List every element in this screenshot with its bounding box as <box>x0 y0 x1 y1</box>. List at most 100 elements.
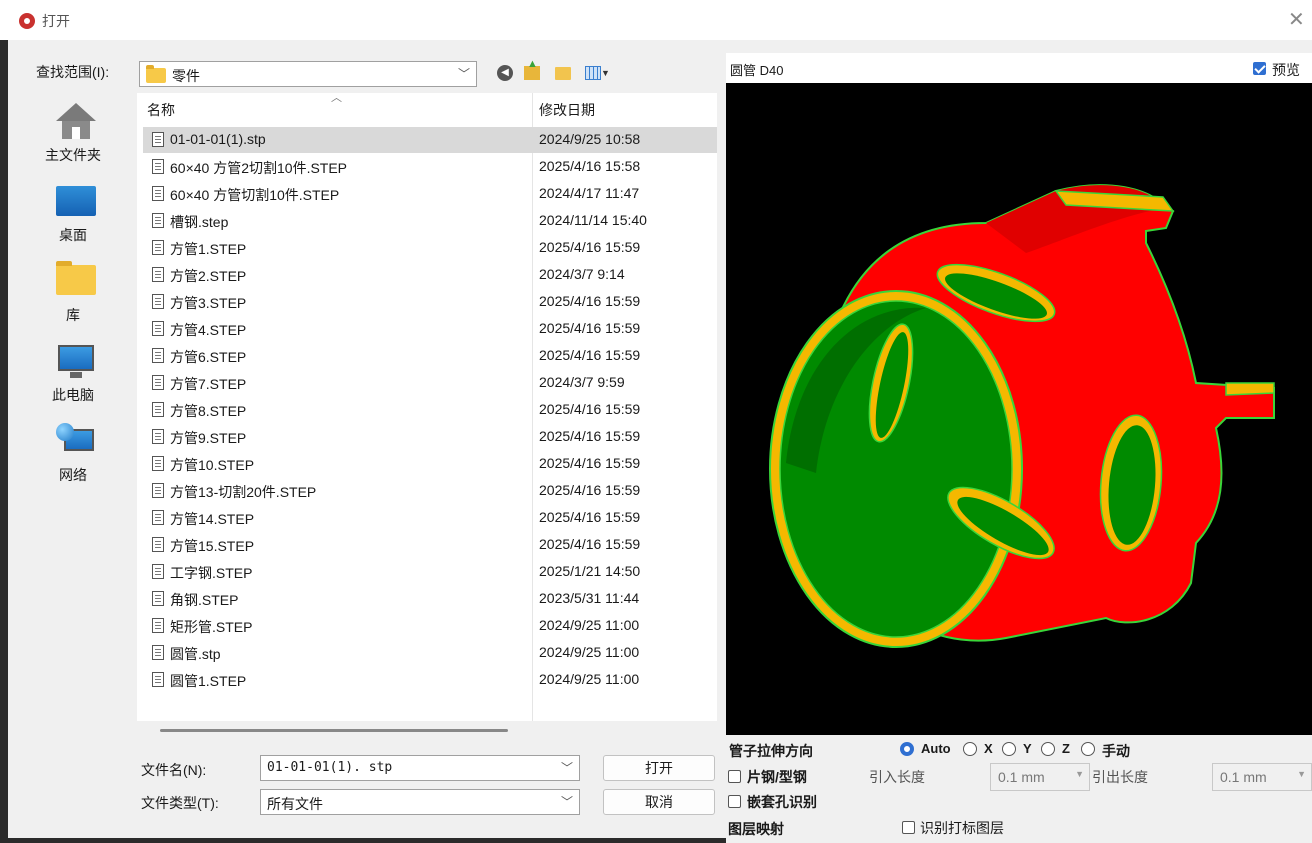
file-modified-date: 2025/4/16 15:59 <box>539 347 641 363</box>
file-name: 角钢.STEP <box>170 592 239 608</box>
place-library[interactable]: 库 <box>10 253 136 329</box>
file-row[interactable]: 01-01-01(1).stp 2024/9/25 10:58 <box>143 127 717 153</box>
document-icon <box>152 159 164 174</box>
file-modified-date: 2025/4/16 15:58 <box>539 158 641 174</box>
file-modified-date: 2024/3/7 9:14 <box>539 266 625 282</box>
file-name: 方管13-切割20件.STEP <box>170 484 317 500</box>
document-icon <box>152 348 164 363</box>
preview-checkbox[interactable] <box>1253 62 1266 75</box>
place-label: 此电脑 <box>52 387 94 403</box>
document-icon <box>152 645 164 660</box>
lead-in-value: 0.1 mm <box>998 769 1045 785</box>
radio-y[interactable] <box>1002 742 1016 756</box>
look-in-value: 零件 <box>172 68 200 84</box>
file-row[interactable]: 方管13-切割20件.STEP 2025/4/16 15:59 <box>143 478 717 504</box>
file-name: 方管3.STEP <box>170 295 247 311</box>
back-button[interactable]: ◀ <box>495 63 515 83</box>
file-name: 方管15.STEP <box>170 538 255 554</box>
file-name: 矩形管.STEP <box>170 619 253 635</box>
document-icon <box>152 186 164 201</box>
radio-auto-label: Auto <box>921 741 951 756</box>
file-name: 方管1.STEP <box>170 241 247 257</box>
place-home[interactable]: 主文件夹 <box>10 93 136 169</box>
radio-y-label: Y <box>1023 741 1032 756</box>
document-icon <box>152 294 164 309</box>
column-header-date[interactable]: 修改日期 <box>539 93 595 125</box>
place-this-pc[interactable]: 此电脑 <box>10 333 136 409</box>
preview-header: 圆管 D40 预览 <box>726 53 1312 83</box>
document-icon <box>152 213 164 228</box>
file-row[interactable]: 角钢.STEP 2023/5/31 11:44 <box>143 586 717 612</box>
mark-layer-label: 识别打标图层 <box>920 820 1004 836</box>
filetype-dropdown[interactable]: 所有文件 ﹀ <box>260 789 580 815</box>
up-folder-button[interactable] <box>522 58 542 83</box>
document-icon <box>152 240 164 255</box>
up-folder-icon <box>524 58 540 80</box>
file-row[interactable]: 方管4.STEP 2025/4/16 15:59 <box>143 316 717 342</box>
radio-x[interactable] <box>963 742 977 756</box>
chevron-down-icon: ﹀ <box>560 795 573 809</box>
file-modified-date: 2025/4/16 15:59 <box>539 482 641 498</box>
file-row[interactable]: 方管15.STEP 2025/4/16 15:59 <box>143 532 717 558</box>
document-icon <box>152 402 164 417</box>
radio-auto[interactable] <box>900 742 914 756</box>
file-row[interactable]: 方管8.STEP 2025/4/16 15:59 <box>143 397 717 423</box>
file-row[interactable]: 槽钢.step 2024/11/14 15:40 <box>143 208 717 234</box>
file-modified-date: 2024/11/14 15:40 <box>539 212 647 228</box>
file-row[interactable]: 方管6.STEP 2025/4/16 15:59 <box>143 343 717 369</box>
file-row[interactable]: 60×40 方管切割10件.STEP 2024/4/17 11:47 <box>143 181 717 207</box>
file-row[interactable]: 方管9.STEP 2025/4/16 15:59 <box>143 424 717 450</box>
file-row[interactable]: 矩形管.STEP 2024/9/25 11:00 <box>143 613 717 639</box>
file-row[interactable]: 方管10.STEP 2025/4/16 15:59 <box>143 451 717 477</box>
horizontal-scrollbar[interactable] <box>160 729 508 732</box>
file-row[interactable]: 工字钢.STEP 2025/1/21 14:50 <box>143 559 717 585</box>
filename-input[interactable]: 01-01-01(1). stp ﹀ <box>260 755 580 781</box>
file-row[interactable]: 方管1.STEP 2025/4/16 15:59 <box>143 235 717 261</box>
lead-in-input[interactable]: 0.1 mm ▼ <box>990 763 1090 791</box>
file-modified-date: 2025/4/16 15:59 <box>539 239 641 255</box>
filetype-label: 文件类型(T): <box>141 795 219 811</box>
lead-out-label: 引出长度 <box>1092 769 1148 785</box>
look-in-dropdown[interactable]: 零件 ﹀ <box>139 61 477 87</box>
new-folder-button[interactable] <box>553 63 573 83</box>
preview-viewport[interactable] <box>726 83 1312 735</box>
file-modified-date: 2023/5/31 11:44 <box>539 590 640 606</box>
file-name: 方管8.STEP <box>170 403 247 419</box>
profile-steel-checkbox[interactable] <box>728 770 741 783</box>
file-row[interactable]: 圆管.stp 2024/9/25 11:00 <box>143 640 717 666</box>
layer-map-label: 图层映射 <box>728 821 784 837</box>
tube-model-3d <box>769 184 1275 648</box>
place-desktop[interactable]: 桌面 <box>10 173 136 249</box>
spinner-arrow-icon: ▼ <box>1075 769 1084 779</box>
cancel-button[interactable]: 取消 <box>603 789 715 815</box>
view-menu-button[interactable]: ▼ <box>585 63 621 83</box>
place-label: 网络 <box>59 467 87 483</box>
file-row[interactable]: 圆管1.STEP 2024/9/25 11:00 <box>143 667 717 693</box>
lead-out-input[interactable]: 0.1 mm ▼ <box>1212 763 1312 791</box>
window-frame-left <box>0 40 8 843</box>
file-list[interactable]: 名称 ︿ 修改日期 01-01-01(1).stp 2024/9/25 10:58… <box>137 92 717 721</box>
place-network[interactable]: 网络 <box>10 413 136 489</box>
mark-layer-checkbox[interactable] <box>902 821 915 834</box>
radio-z[interactable] <box>1041 742 1055 756</box>
file-row[interactable]: 方管14.STEP 2025/4/16 15:59 <box>143 505 717 531</box>
preview-title: 圆管 D40 <box>730 63 784 78</box>
radio-manual[interactable] <box>1081 742 1095 756</box>
open-button[interactable]: 打开 <box>603 755 715 781</box>
file-name: 方管4.STEP <box>170 322 247 338</box>
nest-hole-checkbox[interactable] <box>728 795 741 808</box>
place-label: 桌面 <box>59 227 87 243</box>
file-row[interactable]: 60×40 方管2切割10件.STEP 2025/4/16 15:58 <box>143 154 717 180</box>
nest-hole-label: 嵌套孔识别 <box>747 794 817 810</box>
sort-ascending-icon: ︿ <box>331 92 342 104</box>
document-icon <box>152 132 164 147</box>
file-modified-date: 2024/9/25 10:58 <box>539 131 641 147</box>
file-row[interactable]: 方管3.STEP 2025/4/16 15:59 <box>143 289 717 315</box>
document-icon <box>152 321 164 336</box>
file-row[interactable]: 方管7.STEP 2024/3/7 9:59 <box>143 370 717 396</box>
filename-label: 文件名(N): <box>141 762 207 778</box>
column-header-name[interactable]: 名称 <box>147 93 175 125</box>
file-row[interactable]: 方管2.STEP 2024/3/7 9:14 <box>143 262 717 288</box>
close-button[interactable]: ✕ <box>1288 8 1312 32</box>
preview-toggle[interactable]: 预览 <box>1252 60 1312 78</box>
